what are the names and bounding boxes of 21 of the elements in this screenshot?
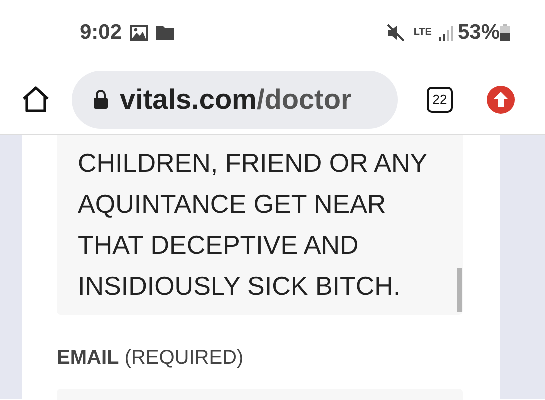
email-label: EMAIL (REQUIRED) (57, 346, 245, 371)
folder-icon (156, 25, 174, 40)
network-type: LTE (414, 28, 432, 38)
battery-icon (500, 24, 510, 41)
review-text-line: INSIDIOUSLY SICK BITCH. (78, 270, 401, 303)
url-text: vitals.com/doctor (120, 82, 352, 116)
lock-icon (94, 90, 108, 109)
scrollbar-thumb[interactable] (457, 268, 462, 312)
review-text-line: AQUINTANCE GET NEAR (78, 188, 386, 221)
review-text-line: THAT DECEPTIVE AND (78, 229, 359, 262)
tab-count-button[interactable]: 22 (427, 86, 453, 112)
update-icon[interactable] (487, 86, 515, 114)
review-text-line: CHILDREN, FRIEND OR ANY (78, 147, 428, 180)
review-textarea[interactable]: CHILDREN, FRIEND OR ANY AQUINTANCE GET NEAR THAT DECEPTIVE AND INSIDIOUSLY SICK BITCH. (57, 135, 463, 315)
mute-icon (386, 24, 406, 42)
signal-icon (438, 24, 454, 40)
address-bar[interactable]: vitals.com/doctor (72, 70, 398, 128)
image-icon (130, 24, 148, 40)
home-icon[interactable] (22, 86, 50, 113)
battery-percent: 53% (458, 20, 500, 46)
status-time: 9:02 (80, 20, 122, 46)
